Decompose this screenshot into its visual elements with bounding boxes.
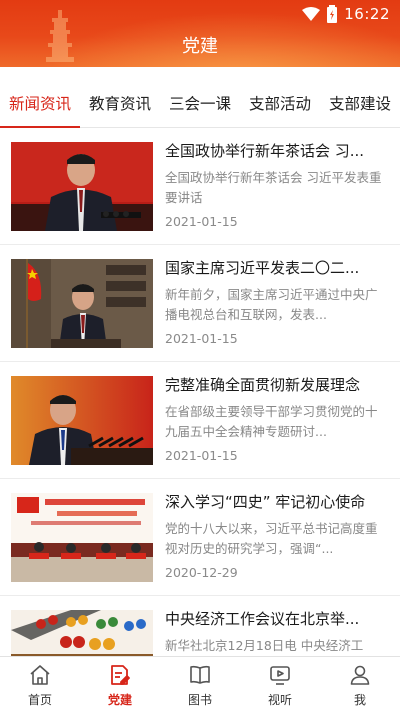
news-summary: 在省部级主要领导干部学习贯彻党的十九届五中全会精神专题研讨... (165, 404, 378, 439)
news-summary: 新华社北京12月18日电 中央经济工 (165, 638, 364, 653)
news-thumbnail (11, 610, 153, 656)
user-icon (350, 665, 370, 685)
nav-home[interactable]: 首页 (0, 657, 80, 711)
news-date: 2021-01-15 (165, 448, 238, 463)
news-thumbnail (11, 376, 153, 465)
news-item[interactable]: 完整准确全面贯彻新发展理念 在省部级主要领导干部学习贯彻党的十九届五中全会精神专… (0, 362, 400, 479)
book-icon (190, 665, 210, 684)
bottom-navigation: 首页 党建 图书 视听 我 (0, 656, 400, 711)
news-thumbnail (11, 493, 153, 582)
status-bar: 16:22 (302, 4, 390, 24)
tab-branch-construction[interactable]: 支部建设 (320, 82, 400, 128)
nav-label-media: 视听 (267, 693, 292, 707)
news-title: 全国政协举行新年茶话会 习... (165, 142, 365, 160)
nav-label-me: 我 (353, 693, 366, 707)
news-thumbnail (11, 259, 153, 348)
news-item[interactable]: 全国政协举行新年茶话会 习... 全国政协举行新年茶话会 习近平发表重要讲话 2… (0, 128, 400, 245)
news-item[interactable]: 国家主席习近平发表二〇二... 新年前夕，国家主席习近平通过中央广播电视总台和互… (0, 245, 400, 362)
nav-media[interactable]: 视听 (240, 657, 320, 711)
news-thumbnail (11, 142, 153, 231)
news-date: 2020-12-29 (165, 565, 238, 580)
wifi-icon (302, 7, 321, 21)
news-summary: 全国政协举行新年茶话会 习近平发表重要讲话 (165, 170, 382, 205)
news-title: 中央经济工作会议在北京举... (165, 610, 360, 628)
status-time: 16:22 (344, 5, 390, 23)
tab-branch-activities[interactable]: 支部活动 (240, 82, 320, 128)
nav-me[interactable]: 我 (320, 657, 400, 711)
category-tabs: 新闻资讯 教育资讯 三会一课 支部活动 支部建设 (0, 82, 400, 129)
news-list: 全国政协举行新年茶话会 习... 全国政协举行新年茶话会 习近平发表重要讲话 2… (0, 128, 400, 656)
app-header: 16:22 党建 (0, 0, 400, 67)
page-title: 党建 (182, 36, 218, 57)
party-building-icon (111, 665, 130, 685)
nav-label-party-building: 党建 (107, 693, 132, 707)
battery-icon (327, 5, 338, 23)
home-icon (30, 665, 50, 685)
tab-three-meetings[interactable]: 三会一课 (160, 82, 240, 128)
news-summary: 党的十八大以来，习近平总书记高度重视对历史的研究学习，强调“... (165, 521, 378, 556)
news-item[interactable]: 深入学习“四史” 牢记初心使命 党的十八大以来，习近平总书记高度重视对历史的研究… (0, 479, 400, 596)
nav-books[interactable]: 图书 (160, 657, 240, 711)
news-title: 国家主席习近平发表二〇二... (165, 259, 360, 277)
nav-label-books: 图书 (187, 693, 212, 707)
news-date: 2021-01-15 (165, 331, 238, 346)
tab-education[interactable]: 教育资讯 (80, 82, 160, 128)
nav-party-building[interactable]: 党建 (80, 657, 160, 711)
video-icon (270, 666, 290, 685)
nav-label-home: 首页 (27, 693, 52, 707)
news-date: 2021-01-15 (165, 214, 238, 229)
tab-news[interactable]: 新闻资讯 (0, 82, 80, 129)
news-item[interactable]: 中央经济工作会议在北京举... 新华社北京12月18日电 中央经济工 (0, 596, 400, 656)
news-title: 完整准确全面贯彻新发展理念 (165, 376, 361, 394)
news-title: 深入学习“四史” 牢记初心使命 (165, 493, 366, 511)
news-summary: 新年前夕，国家主席习近平通过中央广播电视总台和互联网，发表... (165, 287, 378, 322)
